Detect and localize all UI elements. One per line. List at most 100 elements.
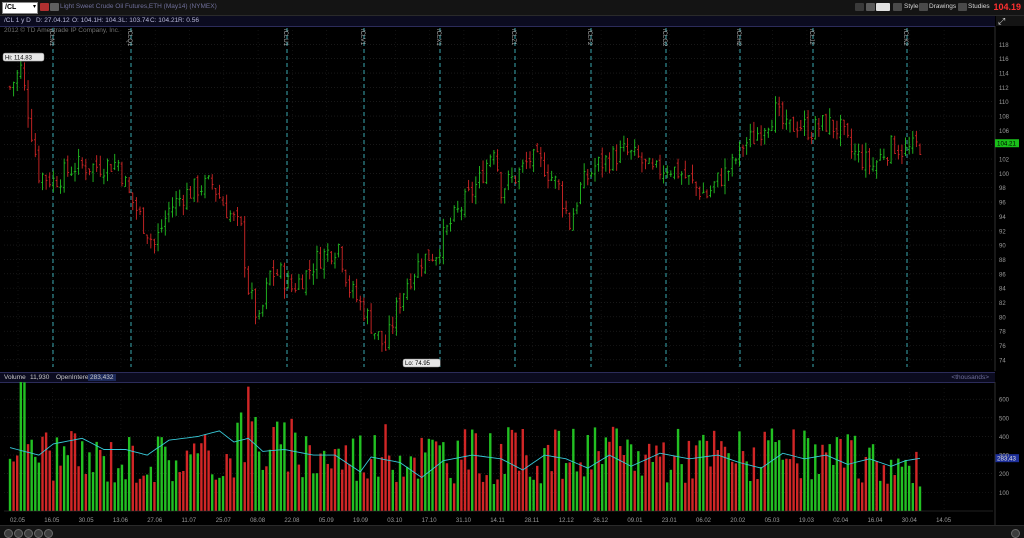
volume-bar xyxy=(503,473,506,511)
x-tick-label: 20.02 xyxy=(730,518,746,524)
volume-bar xyxy=(893,475,896,511)
price-candle xyxy=(312,263,315,285)
x-tick-label: 14.11 xyxy=(490,518,505,524)
drawings-button[interactable]: Drawings xyxy=(929,3,956,10)
price-candle xyxy=(200,185,203,196)
volume-bar xyxy=(16,455,19,511)
x-tick-label: 05.03 xyxy=(765,518,781,524)
price-candle xyxy=(626,138,629,156)
volume-bar xyxy=(52,480,55,511)
symbol-input[interactable]: /CL ▾ xyxy=(2,2,38,14)
high-value: H: 104.3 xyxy=(97,17,122,24)
price-tick-label: 98 xyxy=(999,186,1006,192)
x-tick-label: 27.06 xyxy=(147,518,163,524)
price-candle xyxy=(185,182,189,210)
volume-tick-label: 200 xyxy=(999,472,1010,478)
price-candle xyxy=(799,119,803,132)
drawing-set-button[interactable] xyxy=(876,3,890,11)
volume-bar xyxy=(517,470,521,511)
volume-bar xyxy=(427,438,431,511)
volume-bar xyxy=(239,412,243,511)
time-frame-button[interactable] xyxy=(866,3,875,11)
expiration-label: /CLF2 xyxy=(586,29,592,46)
price-candle xyxy=(687,175,691,185)
price-candle xyxy=(33,133,37,158)
volume-bar xyxy=(413,457,416,511)
volume-bar xyxy=(536,465,539,511)
price-tick-label: 82 xyxy=(999,301,1006,307)
studies-button[interactable]: Studies xyxy=(968,3,990,10)
price-tick-label: 110 xyxy=(999,100,1009,106)
volume-chart[interactable]: 283,43 10020030040050060002.05 16.05 30.05… xyxy=(0,382,1024,525)
volume-bar xyxy=(409,456,413,511)
price-candle xyxy=(785,109,788,130)
price-candle xyxy=(492,150,496,165)
price-candle xyxy=(792,116,795,132)
price-candle xyxy=(261,304,265,317)
price-candle xyxy=(456,200,460,213)
volume-bar xyxy=(788,459,792,511)
price-candle xyxy=(662,165,665,184)
price-candle xyxy=(275,269,279,276)
volume-bar xyxy=(272,427,275,511)
volume-tick-label: 300 xyxy=(999,454,1010,460)
volume-bar xyxy=(286,471,290,511)
volume-bar xyxy=(276,421,279,511)
volume-bar xyxy=(532,479,535,511)
expiration-label: /CLZ1 xyxy=(510,29,516,46)
close-value: C: 104.21 xyxy=(150,17,179,24)
volume-bar xyxy=(257,451,261,511)
price-candle xyxy=(156,223,160,252)
link-icon[interactable] xyxy=(40,3,49,11)
price-tick-label: 116 xyxy=(999,57,1009,63)
volume-bar xyxy=(842,467,846,511)
price-candle xyxy=(741,144,745,157)
volume-bar xyxy=(218,477,221,511)
volume-bar xyxy=(44,432,48,511)
expiration-label: /CLN1 xyxy=(48,29,54,47)
volume-bar xyxy=(146,474,149,511)
price-candle xyxy=(918,143,922,155)
price-chart[interactable]: /CLN1/CLQ1/CLU1/CLV1/CLX1/CLZ1/CLF2/CLG2… xyxy=(0,26,1024,371)
volume-bar xyxy=(149,466,153,511)
aggregation-label[interactable]: /CL 1 y D xyxy=(4,17,31,24)
volume-bar xyxy=(406,466,409,511)
price-candle xyxy=(308,259,312,280)
price-candle xyxy=(427,249,431,262)
volume-bar xyxy=(882,465,886,511)
settings-icon[interactable] xyxy=(50,3,59,11)
volume-bar xyxy=(824,452,828,511)
price-candle xyxy=(95,155,98,172)
price-candle xyxy=(795,121,799,138)
expiration-label: /CLX1 xyxy=(435,29,441,46)
zoom-toggle-icon[interactable]: ⤢ xyxy=(996,16,1024,26)
volume-bar xyxy=(359,435,362,511)
volume-bar xyxy=(301,477,304,511)
price-tick-label: 78 xyxy=(999,330,1006,336)
volume-bar xyxy=(452,483,456,511)
price-candle xyxy=(366,308,369,325)
volume-bar xyxy=(243,462,246,511)
volume-bar xyxy=(796,463,799,511)
volume-tick-label: 100 xyxy=(999,491,1010,497)
style-button[interactable]: Style xyxy=(904,3,918,10)
price-candle xyxy=(629,149,633,160)
gear-icon[interactable] xyxy=(855,3,864,11)
volume-bar xyxy=(26,444,30,511)
volume-bar xyxy=(232,477,236,511)
volume-bar xyxy=(84,474,88,511)
volume-bar xyxy=(434,441,438,511)
price-candle xyxy=(886,157,889,166)
volume-bar xyxy=(135,482,138,511)
chevron-down-icon[interactable]: ▾ xyxy=(33,3,36,10)
price-candle xyxy=(846,122,850,138)
volume-bar xyxy=(19,382,23,511)
volume-bar xyxy=(117,468,120,511)
volume-bar xyxy=(456,440,459,511)
price-candle xyxy=(770,119,774,132)
price-candle xyxy=(525,151,528,170)
price-candle xyxy=(322,248,326,279)
price-candle xyxy=(517,167,521,190)
price-candle xyxy=(131,192,135,211)
price-tick-label: 86 xyxy=(999,272,1006,278)
